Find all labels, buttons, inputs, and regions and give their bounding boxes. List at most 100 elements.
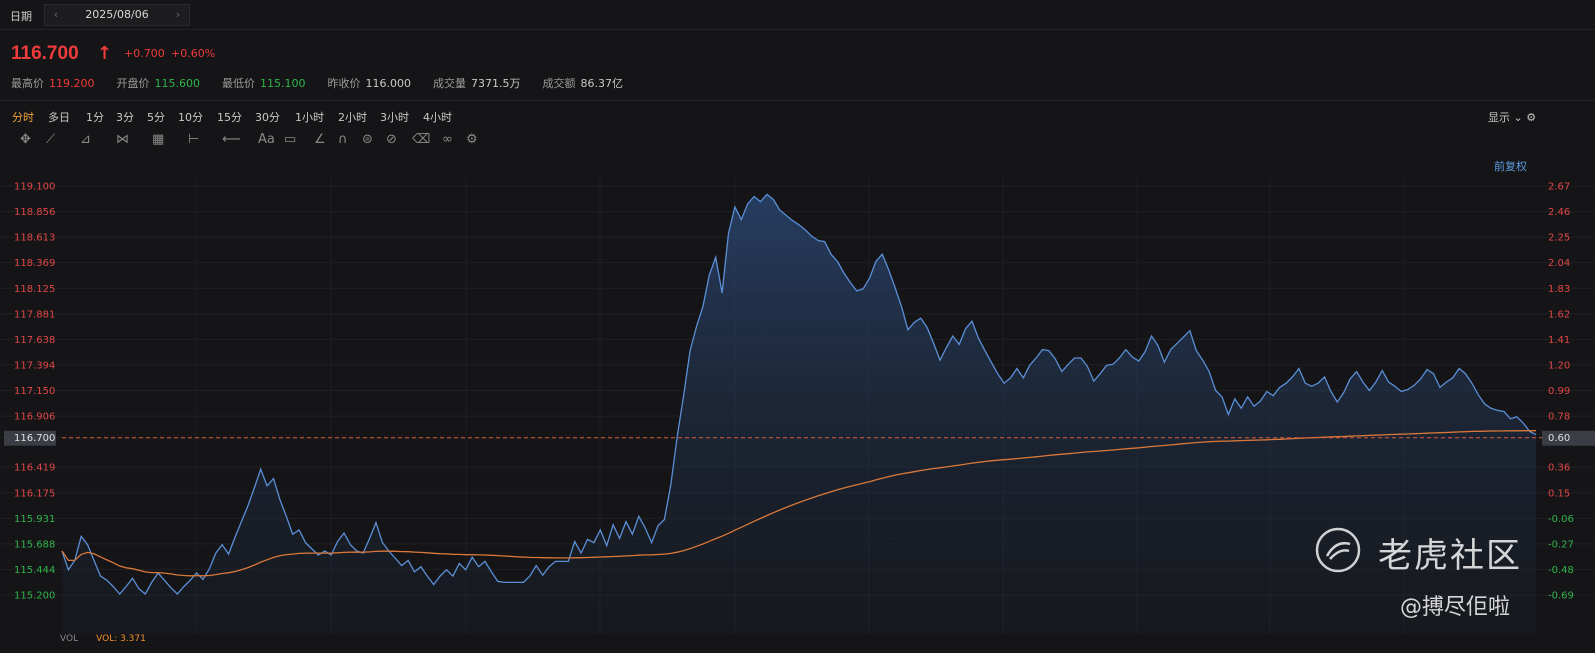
date-label: 日期 [10, 10, 32, 23]
tab-period-2[interactable]: 1分 [86, 109, 104, 125]
text-tool-icon[interactable]: Aa [258, 132, 275, 147]
watermark-brand: 老虎社区 [1378, 536, 1522, 576]
magnet-icon[interactable]: ∩ [338, 132, 348, 147]
tab-period-5[interactable]: 10分 [178, 109, 203, 125]
right-tick-label: 0.15 [1548, 488, 1570, 499]
right-tick-label: 0.60 [1548, 433, 1570, 444]
price-change-pct: +0.60% [171, 47, 216, 60]
quote-stats: 最高价 119.200 开盘价 115.600 最低价 115.100 昨收价 116.000… [11, 75, 645, 91]
comment-tool-icon[interactable]: ▭ [284, 132, 296, 147]
adjust-label[interactable]: 前复权 [1494, 158, 1527, 174]
stat-label: 最高价 [11, 77, 44, 90]
channel-tool-icon[interactable]: ⊿ [80, 132, 91, 147]
wave-tool-icon[interactable]: ⋈ [116, 132, 129, 147]
display-menu[interactable]: 显示 ⌄ ⚙ [1488, 109, 1536, 125]
right-tick-label: 2.67 [1548, 182, 1570, 193]
eye-icon[interactable]: ⊜ [362, 132, 373, 147]
display-label: 显示 [1488, 111, 1510, 124]
right-tick-label: 2.25 [1548, 233, 1570, 244]
tab-period-11[interactable]: 4小时 [423, 109, 452, 125]
y-tick-label: 117.638 [14, 335, 55, 346]
stat-label: 开盘价 [116, 77, 150, 90]
y-tick-label: 118.856 [14, 207, 55, 218]
stat-value: 116.000 [365, 77, 412, 90]
y-tick-label: 118.125 [14, 284, 55, 295]
right-tick-label: 0.99 [1548, 386, 1570, 397]
watermark-handle: @搏尽佢啦 [1400, 595, 1511, 620]
y-tick-label: 118.613 [14, 233, 55, 244]
stat-0: 最高价 119.200 [11, 75, 95, 91]
y-tick-label: 116.906 [14, 412, 55, 423]
right-tick-label: 0.36 [1548, 463, 1570, 474]
right-tick-label: 1.20 [1548, 360, 1570, 371]
stat-2: 最低价 115.100 [222, 75, 306, 91]
stat-value: 86.37亿 [580, 77, 624, 90]
volume-strip: VOL VOL: 3.371 [60, 634, 146, 644]
right-tick-label: 2.46 [1548, 207, 1570, 218]
price-change: +0.700 [124, 47, 165, 60]
y-tick-label: 115.688 [14, 539, 55, 550]
stat-label: 最低价 [222, 77, 255, 90]
right-tick-label: 1.83 [1548, 284, 1570, 295]
measure-tool-icon[interactable]: ⊢ [188, 132, 199, 147]
left-price-axis: 119.100 118.856 118.613 118.369 118.125 117.8… [4, 182, 56, 602]
vol-value: VOL: 3.371 [96, 634, 146, 644]
stat-4: 成交量 7371.5万 [433, 75, 521, 91]
date-value[interactable]: 2025/08/06 [69, 8, 165, 21]
stat-value: 115.600 [154, 77, 201, 90]
tab-period-6[interactable]: 15分 [217, 109, 242, 125]
y-tick-label: 115.200 [14, 591, 55, 602]
tab-period-4[interactable]: 5分 [147, 109, 165, 125]
grid-tool-icon[interactable]: ▦ [152, 132, 164, 147]
next-date-icon[interactable]: › [169, 8, 187, 24]
stat-3: 昨收价 116.000 [328, 75, 412, 91]
y-tick-label: 117.881 [14, 309, 55, 320]
right-tick-label: 2.04 [1548, 258, 1570, 269]
prev-date-icon[interactable]: ‹ [47, 8, 65, 24]
right-tick-label: 0.78 [1548, 412, 1570, 423]
settings-icon[interactable]: ⚙ [466, 132, 478, 147]
right-tick-label: 1.41 [1548, 335, 1570, 346]
tab-period-1[interactable]: 多日 [48, 109, 70, 125]
date-picker[interactable]: ‹ 2025/08/06 › [44, 4, 190, 26]
tab-period-0[interactable]: 分时 [12, 109, 34, 125]
tab-period-8[interactable]: 1小时 [295, 109, 324, 125]
y-tick-label: 115.444 [14, 565, 55, 576]
stat-value: 7371.5万 [471, 77, 521, 90]
pen-tool-icon[interactable]: ∠ [314, 132, 326, 147]
tab-period-3[interactable]: 3分 [116, 109, 134, 125]
stat-1: 开盘价 115.600 [117, 75, 201, 91]
arrow-tool-icon[interactable]: ⟵ [222, 132, 241, 147]
up-arrow-icon: ↑ [97, 43, 113, 64]
tab-period-9[interactable]: 2小时 [338, 109, 367, 125]
crosshair-icon[interactable]: ✥ [20, 132, 31, 147]
stat-value: 119.200 [49, 77, 95, 90]
tab-period-10[interactable]: 3小时 [380, 109, 409, 125]
stat-label: 成交量 [433, 77, 466, 90]
period-tabs: 显示 ⌄ ⚙ 分时 多日 1分 3分 5分 10分 15分 30分 1小时 2小时 3小时 4小时 [0, 100, 1595, 130]
y-tick-label: 116.419 [14, 463, 55, 474]
tiger-logo-icon [1315, 527, 1361, 573]
y-tick-label: 116.700 [14, 433, 55, 444]
trash-icon[interactable]: ⌫ [412, 132, 430, 147]
watermark: 老虎社区 [1312, 524, 1552, 576]
last-price: 116.700 [11, 43, 79, 64]
date-bar: 日期 ‹ 2025/08/06 › [0, 0, 1595, 30]
y-tick-label: 117.150 [14, 386, 55, 397]
stat-label: 成交额 [542, 77, 576, 90]
hide-icon[interactable]: ⊘ [386, 132, 397, 147]
link-icon[interactable]: ∞ [442, 132, 453, 147]
y-tick-label: 118.369 [14, 258, 55, 269]
stat-5: 成交额 86.37亿 [543, 75, 624, 91]
line-tool-icon[interactable]: ⟋ [46, 132, 55, 147]
y-tick-label: 116.175 [14, 488, 55, 499]
tab-period-7[interactable]: 30分 [255, 109, 280, 125]
drawing-toolbar: ✥ ⟋ ⊿ ⋈ ▦ ⊢ ⟵ Aa ▭ ∠ ∩ ⊜ ⊘ ⌫ ∞ ⚙ [0, 130, 1595, 154]
stat-label: 昨收价 [327, 77, 361, 90]
vol-label: VOL [60, 634, 79, 644]
y-tick-label: 119.100 [14, 182, 55, 193]
stat-value: 115.100 [260, 77, 306, 90]
right-tick-label: 1.62 [1548, 309, 1570, 320]
quote-header: 116.700 ↑ +0.700 +0.60% 最高价 119.200 开盘价 115… [0, 30, 1595, 100]
y-tick-label: 115.931 [14, 514, 55, 525]
